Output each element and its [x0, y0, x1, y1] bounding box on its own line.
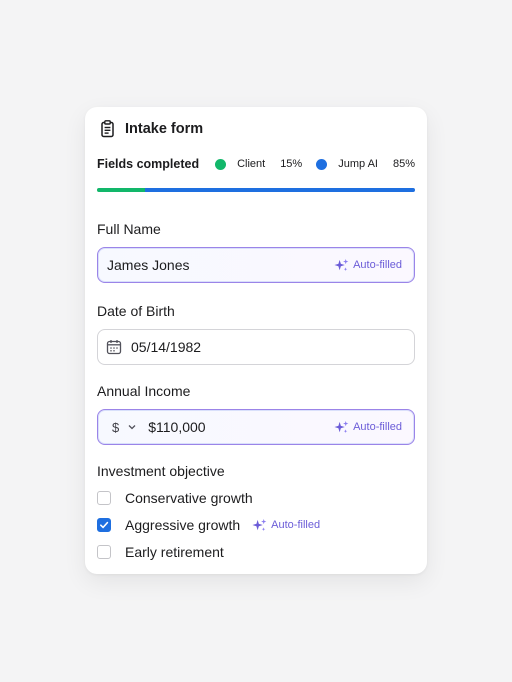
sparkle-icon — [334, 420, 349, 433]
full-name-value: James Jones — [107, 257, 190, 273]
annual-income-label: Annual Income — [97, 383, 191, 399]
completion-progress-bar — [97, 188, 415, 192]
form-header: Intake form — [99, 120, 203, 138]
legend-jump-ai-name: Jump AI — [338, 158, 378, 170]
progress-jump-ai-segment — [144, 188, 415, 192]
dob-label: Date of Birth — [97, 303, 175, 319]
progress-client-segment — [97, 188, 145, 192]
option-aggressive-growth[interactable]: Aggressive growth Auto-filled — [97, 517, 320, 533]
full-name-label: Full Name — [97, 221, 161, 237]
autofilled-label: Auto-filled — [353, 421, 402, 433]
full-name-input[interactable]: James Jones Auto-filled — [97, 247, 415, 283]
income-autofilled-badge: Auto-filled — [334, 420, 402, 435]
client-dot-icon — [215, 158, 227, 170]
sparkle-icon — [334, 258, 349, 271]
form-title: Intake form — [125, 121, 204, 137]
objective-autofilled-badge: Auto-filled — [252, 518, 320, 533]
legend-jump-ai-percent: 85% — [392, 158, 415, 170]
dob-input[interactable]: 05/14/1982 — [97, 329, 415, 365]
checkbox-checked[interactable] — [97, 518, 111, 532]
legend-client-name: Client — [237, 158, 266, 170]
legend-client-percent: 15% — [280, 158, 303, 170]
option-conservative-growth[interactable]: Conservative growth — [97, 490, 253, 506]
checkmark-icon — [100, 521, 109, 529]
annual-income-input[interactable]: $ $110,000 Auto-filled — [97, 409, 415, 445]
legend-client: Client 15% — [215, 158, 302, 170]
option-label: Aggressive growth — [125, 517, 241, 533]
checkbox[interactable] — [97, 545, 111, 559]
currency-selector[interactable]: $ — [112, 420, 119, 435]
dob-value: 05/14/1982 — [131, 339, 202, 355]
intake-form-card: Intake form Fields completed Client 15% … — [85, 107, 427, 574]
clipboard-icon — [101, 120, 114, 138]
legend-jump-ai: Jump AI 85% — [316, 158, 415, 170]
annual-income-value: $110,000 — [148, 419, 206, 435]
calendar-icon — [106, 340, 122, 355]
option-early-retirement[interactable]: Early retirement — [97, 544, 224, 560]
jump-ai-dot-icon — [316, 158, 328, 170]
fields-completed-label: Fields completed — [97, 157, 200, 171]
autofilled-label: Auto-filled — [353, 259, 402, 271]
option-label: Early retirement — [125, 544, 224, 560]
option-label: Conservative growth — [125, 490, 253, 506]
fields-completed-row: Fields completed Client 15% Jump AI 85% — [97, 156, 415, 172]
full-name-autofilled-badge: Auto-filled — [334, 258, 402, 273]
sparkle-icon — [252, 518, 267, 531]
investment-objective-label: Investment objective — [97, 463, 225, 479]
chevron-down-icon[interactable] — [127, 422, 137, 432]
checkbox[interactable] — [97, 491, 111, 505]
autofilled-label: Auto-filled — [271, 519, 321, 531]
